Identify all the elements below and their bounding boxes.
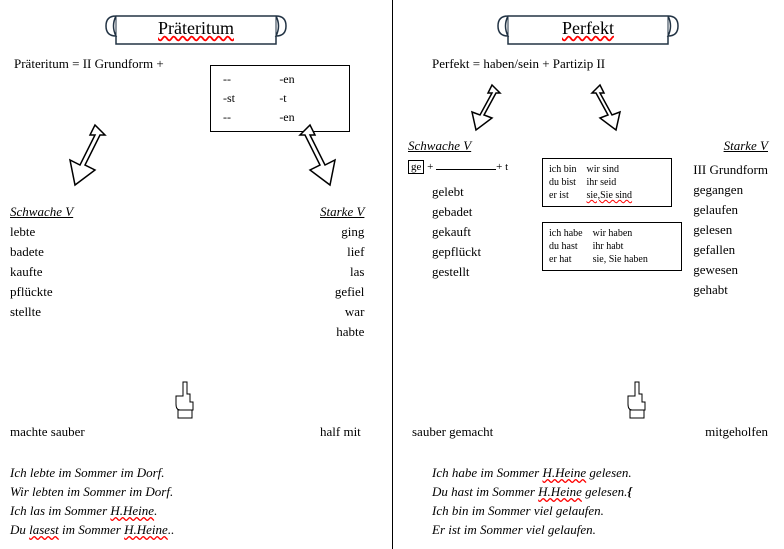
sentence: Ich habe im Sommer H.Heine gelesen. xyxy=(432,465,632,481)
extra-verb-right: mitgeholfen xyxy=(705,424,768,440)
conj-cell: er ist xyxy=(549,189,587,202)
verb-item: gepflückt xyxy=(432,244,481,260)
verb-item: las xyxy=(320,264,364,280)
hand-pointing-icon xyxy=(622,380,652,420)
starke-heading: Starke V xyxy=(320,204,364,220)
verb-item: stellte xyxy=(10,304,73,320)
starke-subheading: III Grundform xyxy=(693,162,768,178)
conj-cell: sie, Sie haben xyxy=(593,253,658,266)
verb-item: gewesen xyxy=(693,262,768,278)
ending-cell: -- xyxy=(219,70,275,89)
sentence: Du hast im Sommer H.Heine gelesen.{ xyxy=(432,484,632,500)
conj-cell: er hat xyxy=(549,253,593,266)
conj-cell: sie,Sie sind xyxy=(587,189,643,202)
conj-cell: wir haben xyxy=(593,227,658,240)
ending-cell: -st xyxy=(219,89,275,108)
verb-item: habte xyxy=(320,324,364,340)
right-formula: Perfekt = haben/sein + Partizip II xyxy=(432,56,774,72)
verb-item: war xyxy=(320,304,364,320)
sein-conjugation-box: ich binwir sind du bistihr seid er istsi… xyxy=(542,158,672,207)
conj-cell: du bist xyxy=(549,176,587,189)
conj-cell: wir sind xyxy=(587,163,643,176)
schwache-heading-right: Schwache V xyxy=(408,138,471,154)
verb-item: gefiel xyxy=(320,284,364,300)
verb-item: gekauft xyxy=(432,224,481,240)
left-sentences: Ich lebte im Sommer im Dorf. Wir lebten … xyxy=(10,462,174,541)
verb-item: gegangen xyxy=(693,182,768,198)
verb-item: gehabt xyxy=(693,282,768,298)
starke-heading-right: Starke V xyxy=(724,138,768,154)
verb-item: gebadet xyxy=(432,204,481,220)
verb-item: gelebt xyxy=(432,184,481,200)
conj-cell: ich bin xyxy=(549,163,587,176)
extra-verb-left: sauber gemacht xyxy=(412,424,493,440)
conj-cell: ich habe xyxy=(549,227,593,240)
conj-cell: du hast xyxy=(549,240,593,253)
arrow-down-right-icon xyxy=(290,120,350,190)
sentence: Ich lebte im Sommer im Dorf. xyxy=(10,465,174,481)
extra-verb-right: half mit xyxy=(320,424,361,440)
verb-item: kaufte xyxy=(10,264,73,280)
hand-pointing-icon xyxy=(170,380,200,420)
verb-item: ging xyxy=(320,224,364,240)
left-title-banner: Präteritum xyxy=(96,8,296,48)
left-panel: Präteritum Präteritum = II Grundform + -… xyxy=(0,0,392,549)
right-title: Perfekt xyxy=(488,8,688,48)
extra-verb-left: machte sauber xyxy=(10,424,85,440)
verb-item: lief xyxy=(320,244,364,260)
verb-item: pflückte xyxy=(10,284,73,300)
sentence: Ich bin im Sommer viel gelaufen. xyxy=(432,503,632,519)
verb-item: badete xyxy=(10,244,73,260)
ge-formula: ge + + t xyxy=(408,160,508,174)
sentence: Wir lebten im Sommer im Dorf. xyxy=(10,484,174,500)
right-sentences: Ich habe im Sommer H.Heine gelesen. Du h… xyxy=(432,462,632,541)
conj-cell: ihr habt xyxy=(593,240,658,253)
right-title-banner: Perfekt xyxy=(488,8,688,48)
arrow-down-right-icon xyxy=(582,80,632,135)
sentence: Ich las im Sommer H.Heine. xyxy=(10,503,174,519)
verb-item: gelaufen xyxy=(693,202,768,218)
right-panel: Perfekt Perfekt = haben/sein + Partizip … xyxy=(392,0,784,549)
arrow-down-left-icon xyxy=(462,80,512,135)
ending-cell: -en xyxy=(275,70,341,89)
conj-cell: ihr seid xyxy=(587,176,643,189)
schwache-heading: Schwache V xyxy=(10,204,73,220)
verb-item: gelesen xyxy=(693,222,768,238)
verb-item: lebte xyxy=(10,224,73,240)
sentence: Er ist im Sommer viel gelaufen. xyxy=(432,522,632,538)
arrow-down-left-icon xyxy=(60,120,120,190)
sentence: Du lasest im Sommer H.Heine.. xyxy=(10,522,174,538)
ending-cell: -- xyxy=(219,108,275,127)
haben-conjugation-box: ich habewir haben du hastihr habt er hat… xyxy=(542,222,682,271)
ending-cell: -t xyxy=(275,89,341,108)
left-title: Präteritum xyxy=(96,8,296,48)
verb-item: gefallen xyxy=(693,242,768,258)
verb-item: gestellt xyxy=(432,264,481,280)
